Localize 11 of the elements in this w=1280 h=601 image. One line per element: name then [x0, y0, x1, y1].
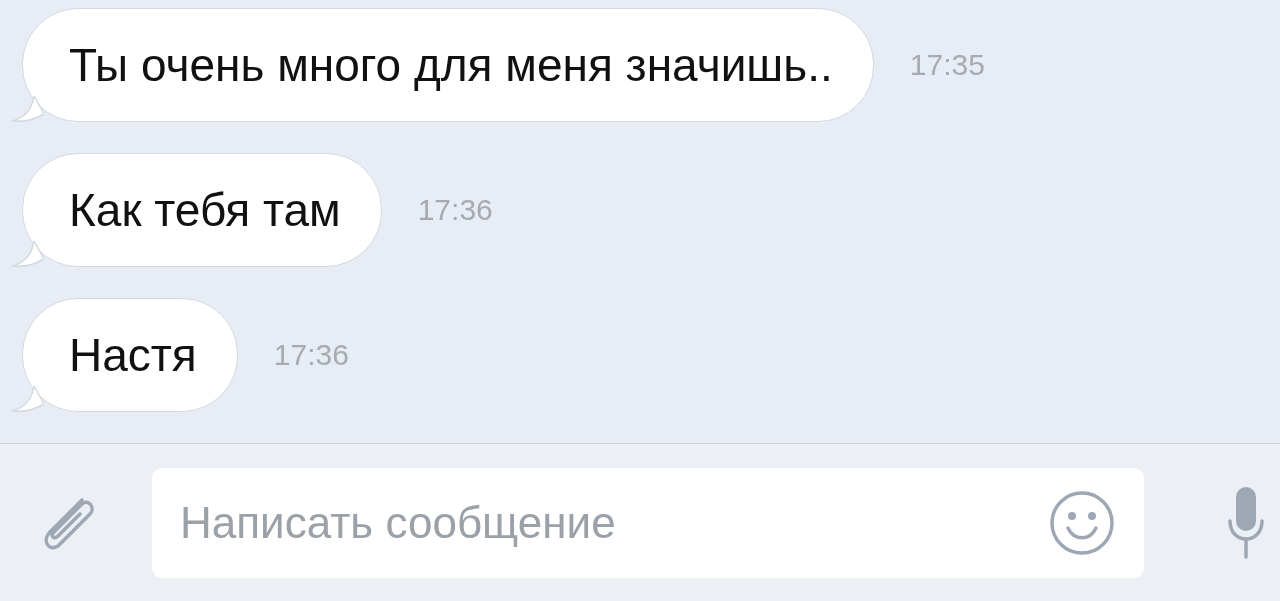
message-bubble: Ты очень много для меня значишь..: [22, 8, 874, 122]
message-input-field[interactable]: Написать сообщение: [152, 467, 1144, 578]
message-time: 17:36: [273, 338, 349, 372]
message-bubble: Как тебя там: [22, 153, 382, 267]
bubble-tail: [10, 96, 44, 122]
smiley-icon[interactable]: [1048, 488, 1116, 557]
message-bubble: Настя: [22, 298, 238, 412]
bubble-tail: [10, 386, 44, 412]
bubble-tail: [10, 241, 44, 267]
message-time: 17:35: [909, 48, 985, 82]
message-time: 17:36: [417, 193, 493, 227]
